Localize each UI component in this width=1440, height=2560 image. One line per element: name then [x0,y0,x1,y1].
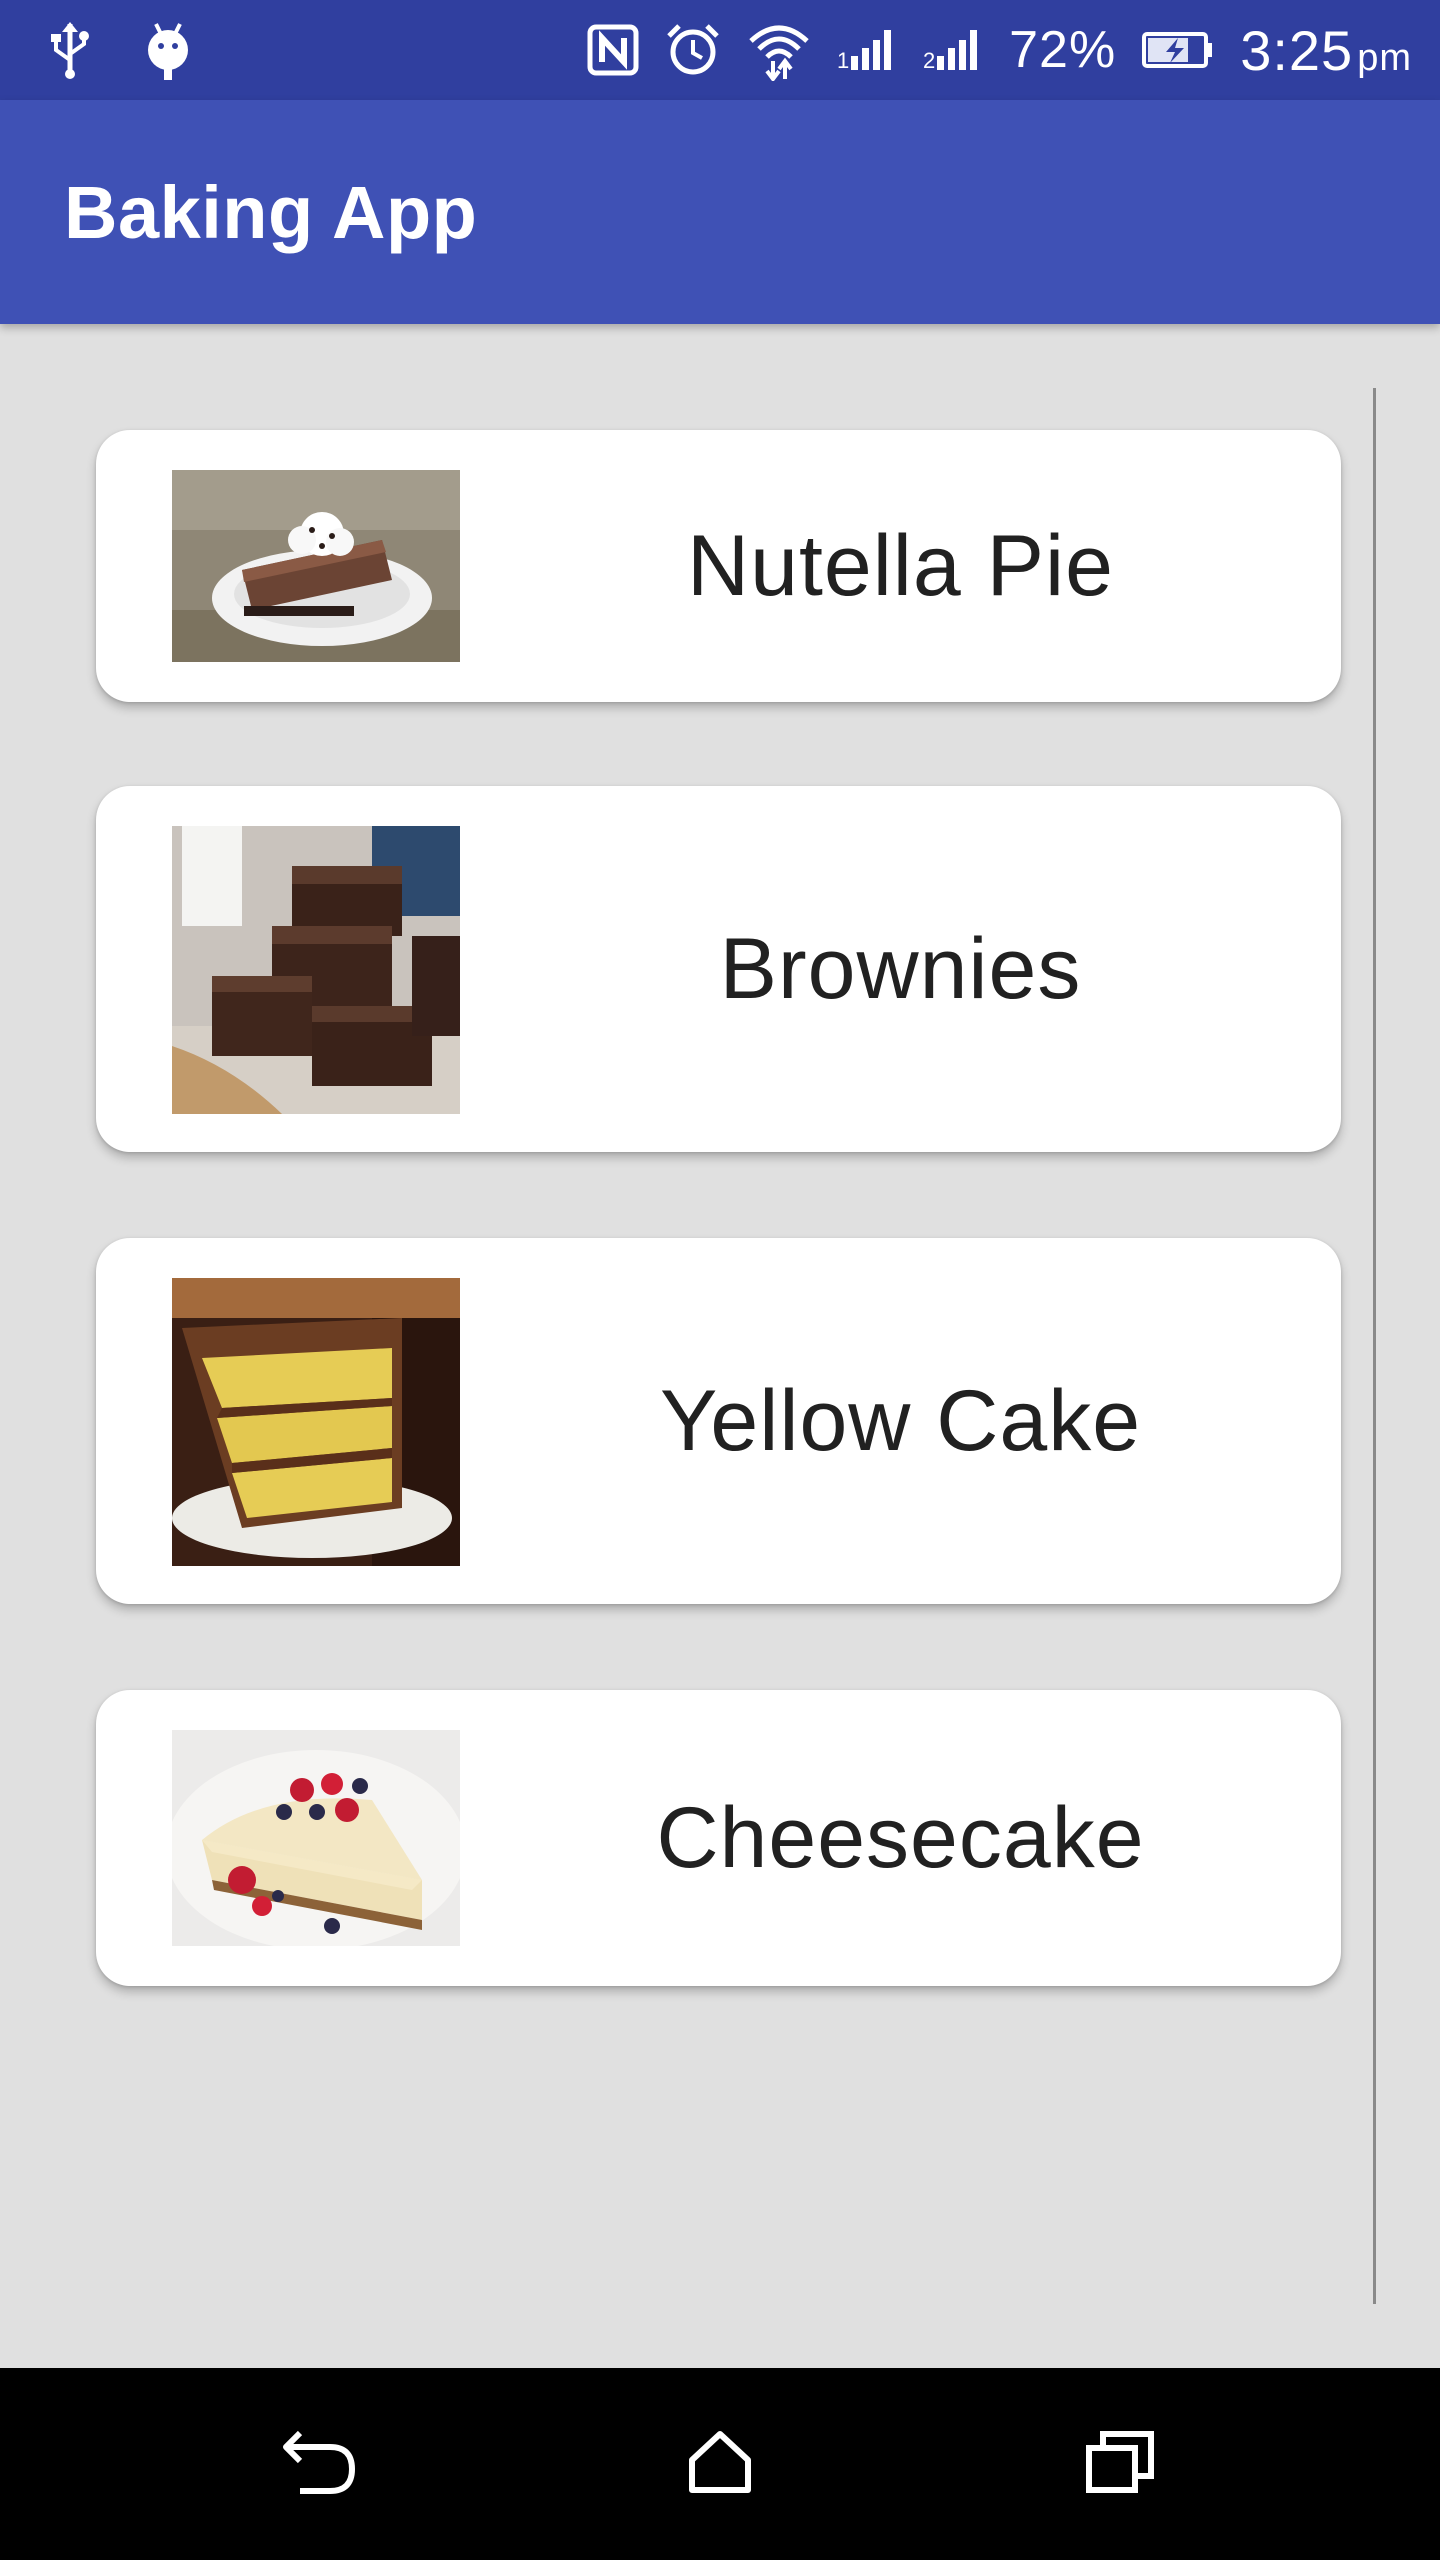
svg-text:1: 1 [837,48,849,72]
recipe-card-brownies[interactable]: Brownies [96,786,1341,1152]
app-title: Baking App [64,170,478,254]
signal-1-icon: 1 [837,20,897,80]
brownies-image [172,826,460,1114]
back-icon [282,2427,358,2502]
android-debug-icon [144,20,192,80]
yellow-cake-image [172,1278,460,1566]
alarm-icon [665,20,721,80]
home-button[interactable] [600,2368,840,2560]
status-bar-right: 1 2 72% 3:25 pm [587,18,1412,83]
nfc-icon [587,20,639,80]
navigation-bar [0,2368,1440,2560]
status-bar-left [48,20,192,80]
status-bar: 1 2 72% 3:25 pm [0,0,1440,100]
status-time: 3:25 pm [1240,18,1412,83]
battery-charging-icon [1142,20,1214,80]
signal-2-icon: 2 [923,20,983,80]
wifi-icon [747,20,811,81]
status-time-value: 3:25 [1240,18,1354,82]
recipe-card-yellow-cake[interactable]: Yellow Cake [96,1238,1341,1604]
cheesecake-image [172,1730,460,1946]
usb-icon [48,20,92,80]
home-icon [688,2430,752,2499]
recipe-name: Nutella Pie [687,517,1114,614]
app-bar: Baking App [0,100,1440,324]
recipe-name: Cheesecake [656,1789,1145,1886]
nutella-pie-image [172,470,460,662]
recipe-list[interactable]: Nutella Pie Brownies Yellow Cake Cheesec… [0,324,1440,2368]
recipe-name: Brownies [719,920,1082,1017]
svg-text:2: 2 [923,48,935,72]
recents-button[interactable] [1000,2368,1240,2560]
scrollbar[interactable] [1373,388,1376,2304]
recents-icon [1085,2430,1155,2499]
recipe-name: Yellow Cake [659,1372,1142,1469]
recipe-card-nutella-pie[interactable]: Nutella Pie [96,430,1341,702]
status-time-ampm: pm [1357,36,1412,79]
recipe-card-cheesecake[interactable]: Cheesecake [96,1690,1341,1986]
battery-percent: 72% [1009,21,1117,79]
back-button[interactable] [200,2368,440,2560]
